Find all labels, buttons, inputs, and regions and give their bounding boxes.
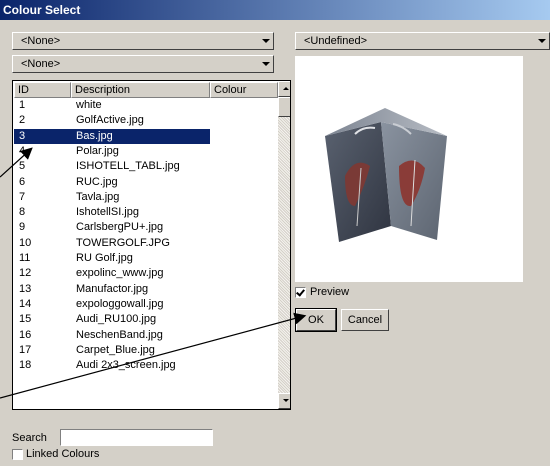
- table-row[interactable]: 4 Polar.jpg: [14, 144, 278, 159]
- row-id: 15: [19, 313, 32, 326]
- table-row[interactable]: 16 NeschenBand.jpg: [14, 328, 278, 343]
- row-description: TOWERGOLF.JPG: [76, 236, 170, 249]
- row-description: Audi 2x3_screen.jpg: [76, 359, 176, 372]
- row-id: 18: [19, 359, 32, 372]
- row-description: Bas.jpg: [76, 129, 113, 142]
- scroll-down-button[interactable]: [278, 393, 290, 409]
- header-colour[interactable]: Colour: [210, 82, 278, 98]
- list-header: ID Description Colour: [14, 82, 278, 98]
- row-id: 2: [19, 114, 26, 127]
- row-description: CarlsbergPU+.jpg: [76, 221, 164, 234]
- window-title: Colour Select: [0, 0, 550, 20]
- row-id: 10: [19, 236, 32, 249]
- row-id: 12: [19, 267, 32, 280]
- table-row[interactable]: 12 expolinc_www.jpg: [14, 266, 278, 281]
- table-row[interactable]: 2 GolfActive.jpg: [14, 113, 278, 128]
- row-id: 11: [19, 252, 31, 264]
- ok-button[interactable]: OK: [295, 308, 337, 332]
- table-row[interactable]: 17 Carpet_Blue.jpg: [14, 343, 278, 358]
- table-row[interactable]: 6 RUC.jpg: [14, 175, 278, 190]
- chevron-down-icon: [262, 39, 270, 43]
- table-row[interactable]: 13 Manufactor.jpg: [14, 282, 278, 297]
- row-id: 13: [19, 282, 32, 295]
- row-id: 5: [19, 160, 26, 173]
- row-description: expologgowall.jpg: [76, 297, 164, 310]
- search-input[interactable]: [60, 429, 213, 446]
- table-row[interactable]: 5 ISHOTELL_TABL.jpg: [14, 159, 278, 174]
- row-id: 17: [19, 343, 32, 356]
- table-row[interactable]: 1 white: [14, 98, 278, 113]
- row-id: 16: [19, 328, 32, 341]
- left-second-combo-value: <None>: [21, 58, 61, 70]
- table-row[interactable]: 11 RU Golf.jpg: [14, 251, 278, 266]
- row-description: Audi_RU100.jpg: [76, 313, 157, 326]
- table-row[interactable]: 8 IshotellSI.jpg: [14, 205, 278, 220]
- header-id[interactable]: ID: [14, 82, 71, 98]
- row-description: expolinc_www.jpg: [76, 267, 164, 280]
- left-top-combo-value: <None>: [21, 35, 61, 47]
- vertical-scrollbar[interactable]: [278, 81, 290, 409]
- arrow-down-icon: [283, 399, 289, 402]
- table-row[interactable]: 15 Audi_RU100.jpg: [14, 312, 278, 327]
- row-id: 3: [19, 129, 26, 142]
- row-description: ISHOTELL_TABL.jpg: [76, 160, 180, 173]
- row-id: 4: [19, 144, 26, 157]
- chevron-down-icon: [262, 62, 270, 66]
- table-row[interactable]: 10 TOWERGOLF.JPG: [14, 236, 278, 251]
- row-description: Carpet_Blue.jpg: [76, 343, 155, 356]
- linked-colours-checkbox[interactable]: [12, 449, 23, 460]
- row-id: 6: [19, 175, 26, 188]
- row-description: Manufactor.jpg: [76, 282, 149, 295]
- row-id: 7: [19, 190, 26, 203]
- scroll-up-button[interactable]: [278, 81, 290, 97]
- row-id: 1: [19, 99, 26, 111]
- row-id: 8: [19, 206, 26, 219]
- table-row[interactable]: 7 Tavla.jpg: [14, 190, 278, 205]
- header-description[interactable]: Description: [71, 82, 210, 98]
- left-top-combo[interactable]: <None>: [12, 32, 274, 50]
- row-description: RUC.jpg: [76, 175, 118, 188]
- row-description: GolfActive.jpg: [76, 114, 144, 127]
- table-row[interactable]: 14 expologgowall.jpg: [14, 297, 278, 312]
- row-id: 9: [19, 221, 26, 234]
- table-row[interactable]: 9 CarlsbergPU+.jpg: [14, 220, 278, 235]
- preview-pane: [295, 56, 523, 282]
- left-second-combo[interactable]: <None>: [12, 55, 274, 73]
- arrow-up-icon: [283, 87, 289, 90]
- table-row[interactable]: 18 Audi 2x3_screen.jpg: [14, 358, 278, 373]
- search-label: Search: [12, 432, 47, 444]
- texture-list[interactable]: ID Description Colour 1 white 2 GolfActive.…: [12, 80, 291, 410]
- right-top-combo[interactable]: <Undefined>: [295, 32, 550, 50]
- scroll-thumb[interactable]: [278, 97, 290, 117]
- preview-checkbox[interactable]: [295, 287, 306, 298]
- cancel-button[interactable]: Cancel: [341, 309, 389, 331]
- table-row[interactable]: 3 Bas.jpg: [14, 128, 278, 144]
- row-description: Polar.jpg: [76, 144, 119, 157]
- linked-colours-label: Linked Colours: [26, 448, 100, 460]
- row-description: NeschenBand.jpg: [76, 328, 163, 341]
- textured-cube-image: [325, 108, 447, 242]
- row-id: 14: [19, 297, 32, 310]
- row-description: Tavla.jpg: [76, 190, 120, 203]
- preview-label: Preview: [310, 286, 350, 298]
- right-top-combo-value: <Undefined>: [304, 35, 367, 47]
- row-description: RU Golf.jpg: [76, 252, 133, 264]
- row-description: IshotellSI.jpg: [76, 206, 139, 219]
- chevron-down-icon: [538, 39, 546, 43]
- row-description: white: [76, 99, 102, 111]
